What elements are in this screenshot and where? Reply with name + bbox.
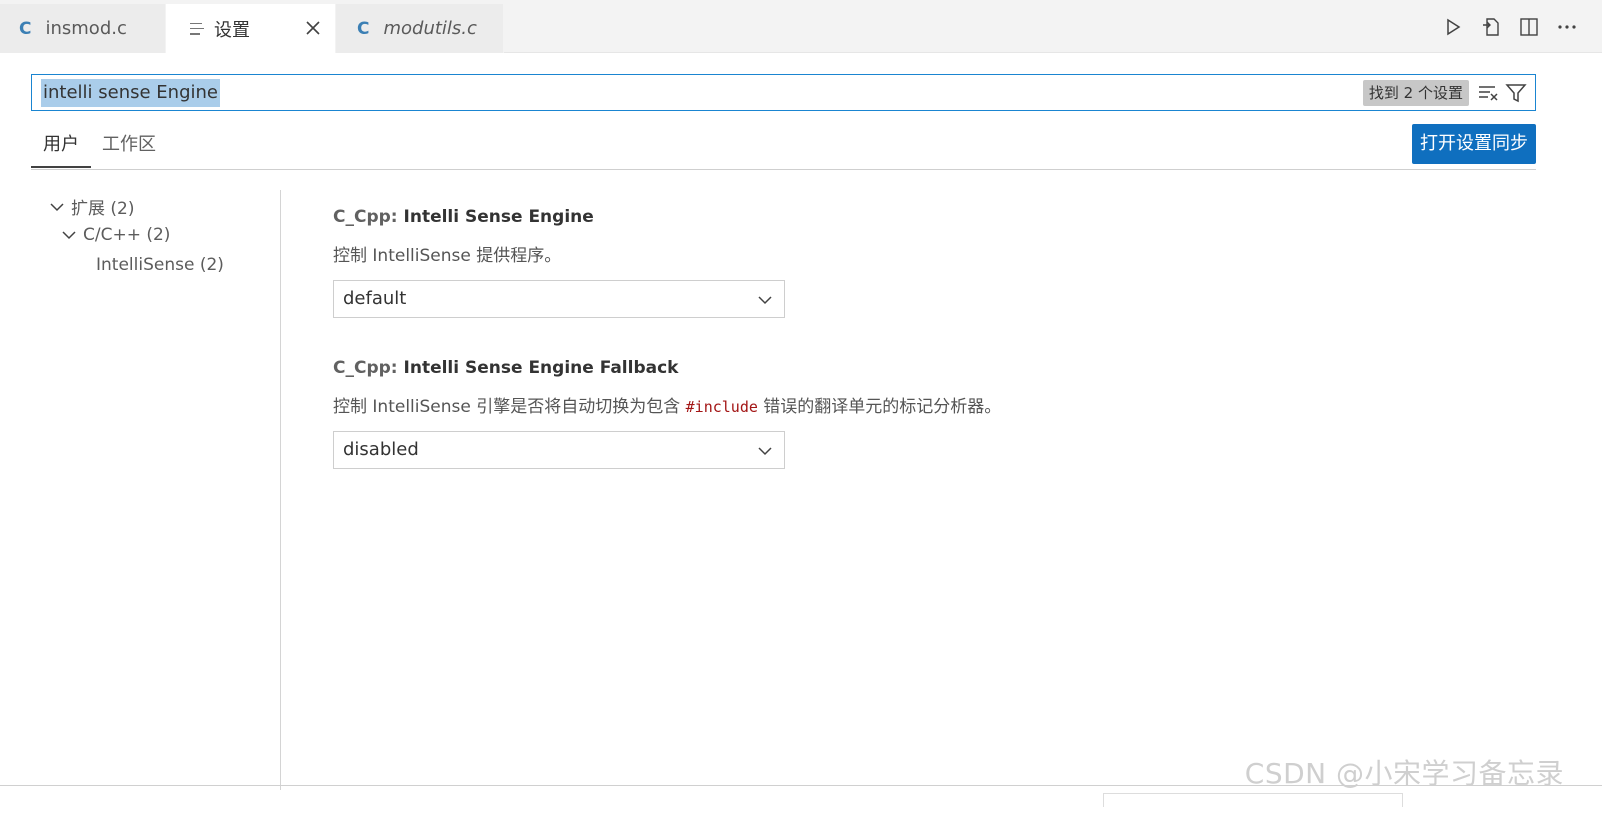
- c-file-icon: C: [357, 18, 370, 39]
- chevron-down-icon: [62, 231, 76, 240]
- tab-settings[interactable]: 设置: [166, 4, 336, 53]
- setting-intellisense-engine: C_Cpp: Intelli Sense Engine 控制 IntelliSe…: [333, 207, 785, 318]
- setting-category: C_Cpp:: [333, 358, 404, 378]
- description-text: 错误的翻译单元的标记分析器。: [757, 397, 1002, 417]
- setting-intellisense-engine-fallback: C_Cpp: Intelli Sense Engine Fallback 控制 …: [333, 358, 1001, 469]
- status-region: [1103, 793, 1403, 807]
- close-icon[interactable]: [303, 18, 323, 38]
- more-actions-icon[interactable]: [1554, 14, 1580, 40]
- toc-item-extensions[interactable]: 扩展 (2): [49, 194, 134, 219]
- select-value: disabled: [343, 439, 419, 460]
- open-settings-sync-button[interactable]: 打开设置同步: [1412, 124, 1536, 164]
- toc-item-label: 扩展 (2): [71, 199, 135, 219]
- intellisense-engine-select[interactable]: default: [333, 280, 785, 318]
- toc-item-label: C/C++ (2): [83, 225, 171, 245]
- setting-title: C_Cpp: Intelli Sense Engine Fallback: [333, 358, 1001, 378]
- chevron-down-icon: [758, 296, 772, 305]
- description-text: 控制 IntelliSense 引擎是否将自动切换为包含: [333, 397, 686, 417]
- toc-item-intellisense[interactable]: IntelliSense (2): [96, 255, 224, 275]
- c-file-icon: C: [19, 18, 32, 39]
- setting-title: C_Cpp: Intelli Sense Engine: [333, 207, 785, 227]
- clear-filter-icon[interactable]: [1477, 82, 1499, 104]
- chevron-down-icon: [758, 447, 772, 456]
- setting-description: 控制 IntelliSense 引擎是否将自动切换为包含 #include 错误…: [333, 392, 1001, 417]
- editor-actions: [1440, 14, 1580, 40]
- split-editor-icon[interactable]: [1516, 14, 1542, 40]
- intellisense-engine-fallback-select[interactable]: disabled: [333, 431, 785, 469]
- toc-item-cpp[interactable]: C/C++ (2): [61, 225, 170, 245]
- tab-workspace[interactable]: 工作区: [90, 132, 168, 168]
- setting-name: Intelli Sense Engine: [403, 207, 594, 227]
- chevron-down-icon: [50, 202, 64, 211]
- settings-search-box[interactable]: intelli sense Engine 找到 2 个设置: [31, 74, 1536, 111]
- setting-description: 控制 IntelliSense 提供程序。: [333, 246, 562, 266]
- run-icon[interactable]: [1440, 14, 1466, 40]
- tab-user[interactable]: 用户: [31, 132, 91, 168]
- toc-item-label: IntelliSense (2): [96, 255, 224, 275]
- description-code: #include: [685, 398, 758, 416]
- setting-name: Intelli Sense Engine Fallback: [403, 358, 679, 378]
- watermark: CSDN @小宋学习备忘录: [1244, 757, 1564, 790]
- tab-label: insmod.c: [45, 18, 127, 39]
- select-value: default: [343, 288, 407, 309]
- settings-editor-icon: [190, 22, 204, 35]
- filter-icon[interactable]: [1505, 82, 1527, 104]
- search-input[interactable]: intelli sense Engine: [41, 79, 220, 107]
- search-result-count: 找到 2 个设置: [1362, 80, 1469, 106]
- tab-label: 设置: [214, 19, 250, 41]
- settings-toc: 扩展 (2) C/C++ (2) IntelliSense (2): [31, 190, 281, 790]
- setting-category: C_Cpp:: [333, 207, 404, 227]
- tab-modutils-c[interactable]: C modutils.c: [336, 4, 504, 53]
- tab-insmod-c[interactable]: C insmod.c: [0, 4, 166, 53]
- tab-label: modutils.c: [383, 18, 477, 39]
- settings-scope-tabs: 用户 工作区 打开设置同步: [31, 124, 1536, 170]
- editor-tab-bar: C insmod.c 设置 C modutils.c: [0, 0, 1602, 53]
- open-settings-json-icon[interactable]: [1478, 14, 1504, 40]
